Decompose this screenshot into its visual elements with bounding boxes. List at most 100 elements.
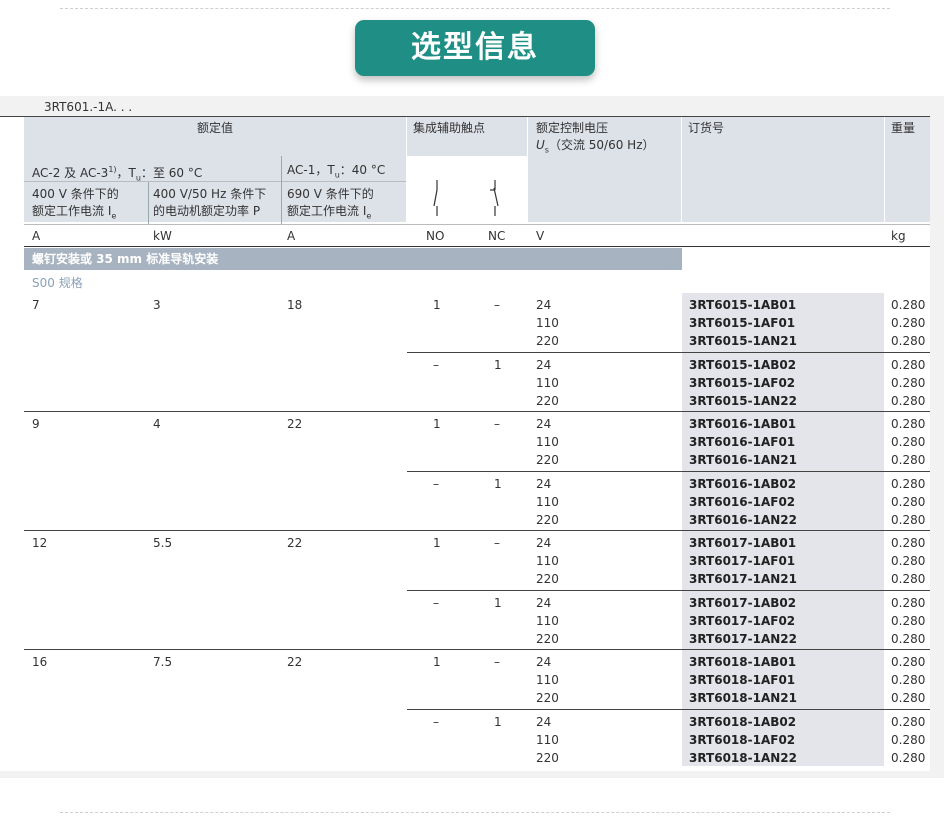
order-number-cell: 3RT6017-1AB01 [689, 536, 797, 550]
header-ac1-label: AC-1，Tu：40 °C [287, 163, 386, 180]
motor-power-cell: 4 [153, 417, 161, 431]
unit-no: NO [426, 229, 445, 243]
header-col3-line2: 额定工作电流 Ie [287, 204, 372, 221]
rated-current-cell: 16 [32, 655, 48, 669]
rated-current-cell: 9 [32, 417, 40, 431]
header-ac2-label: AC-2 及 AC-31)，Tu：至 60 °C [32, 165, 203, 183]
control-voltage-cell: 220 [536, 691, 559, 705]
nc-contact-cell: 1 [494, 595, 502, 610]
nc-contact-symbol-icon [490, 180, 499, 216]
motor-power-cell: 7.5 [153, 655, 173, 669]
group-divider [24, 411, 930, 412]
weight-cell: 0.280 [891, 512, 926, 527]
rated-current-cell: 7 [32, 298, 40, 312]
order-number-cell: 3RT6017-1AF02 [689, 613, 796, 628]
nc-contact-cell: – [494, 298, 500, 312]
nc-contact-cell: – [494, 417, 500, 431]
subgroup-divider [407, 589, 930, 591]
control-voltage-cell: 110 [536, 316, 559, 330]
weight-cell: 0.280 [891, 732, 926, 747]
nc-contact-cell: – [494, 536, 500, 550]
header-rated-values: 额定值 [197, 121, 234, 135]
weight-cell: 0.280 [891, 375, 926, 390]
weight-cell: 0.280 [891, 334, 926, 348]
weight-cell: 0.280 [891, 613, 926, 628]
control-voltage-cell: 110 [536, 435, 559, 449]
weight-cell: 0.280 [891, 595, 926, 610]
col-divider-2 [281, 156, 282, 224]
order-number-cell: 3RT6018-1AB01 [689, 655, 797, 669]
nc-contact-cell: 1 [494, 357, 502, 372]
header-col2-line1: 400 V/50 Hz 条件下 [153, 187, 267, 201]
series-code: 3RT601.-1A. . . [44, 100, 133, 114]
control-voltage-cell: 220 [536, 750, 559, 765]
unit-kg: kg [891, 229, 906, 243]
header-aux-contacts: 集成辅助触点 [413, 121, 486, 135]
unit-v: V [536, 229, 545, 243]
no-contact-cell: 1 [433, 655, 441, 669]
weight-cell: 0.280 [891, 435, 926, 449]
control-voltage-cell: 24 [536, 536, 552, 550]
order-number-cell: 3RT6016-1AF01 [689, 435, 796, 449]
weight-cell: 0.280 [891, 417, 926, 431]
control-voltage-cell: 220 [536, 453, 559, 467]
no-contact-cell: – [433, 476, 439, 491]
control-voltage-cell: 110 [536, 673, 559, 687]
header-col3-line1: 690 V 条件下的 [287, 187, 374, 201]
order-number-cell: 3RT6016-1AB02 [689, 476, 797, 491]
weight-cell: 0.280 [891, 631, 926, 646]
order-number-cell: 3RT6016-1AN21 [689, 453, 797, 467]
nc-contact-cell: 1 [494, 714, 502, 729]
no-contact-cell: – [433, 595, 439, 610]
control-voltage-cell: 220 [536, 631, 559, 646]
bottom-divider [60, 812, 890, 813]
order-number-cell: 3RT6015-1AN22 [689, 393, 797, 408]
control-voltage-cell: 24 [536, 655, 552, 669]
motor-power-cell: 5.5 [153, 536, 173, 550]
control-voltage-cell: 220 [536, 572, 559, 586]
order-number-cell: 3RT6018-1AF02 [689, 732, 796, 747]
ac1-current-cell: 22 [287, 417, 303, 431]
header-top-line [0, 116, 930, 117]
ac1-current-cell: 22 [287, 536, 303, 550]
control-voltage-cell: 24 [536, 714, 552, 729]
weight-cell: 0.280 [891, 298, 926, 312]
unit-top-line [24, 224, 930, 225]
unit-nc: NC [488, 229, 506, 243]
col-divider-1 [148, 182, 149, 224]
ac1-current-cell: 18 [287, 298, 303, 312]
top-divider [60, 8, 890, 9]
order-number-cell: 3RT6017-1AF01 [689, 554, 796, 568]
order-number-cell: 3RT6015-1AN21 [689, 334, 797, 348]
weight-cell: 0.280 [891, 655, 926, 669]
order-number-cell: 3RT6015-1AF02 [689, 375, 796, 390]
no-contact-cell: 1 [433, 417, 441, 431]
header-control-voltage: 额定控制电压 [536, 121, 609, 135]
weight-cell: 0.280 [891, 536, 926, 550]
nc-contact-cell: 1 [494, 476, 502, 491]
control-voltage-cell: 110 [536, 732, 559, 747]
group-divider [24, 530, 930, 531]
order-number-cell: 3RT6015-1AB02 [689, 357, 797, 372]
weight-cell: 0.280 [891, 554, 926, 568]
no-contact-cell: 1 [433, 536, 441, 550]
rated-current-cell: 12 [32, 536, 48, 550]
weight-cell: 0.280 [891, 714, 926, 729]
control-voltage-cell: 220 [536, 393, 559, 408]
no-contact-cell: 1 [433, 298, 441, 312]
group-divider [24, 649, 930, 650]
weight-cell: 0.280 [891, 750, 926, 765]
control-voltage-cell: 110 [536, 494, 559, 509]
order-number-cell: 3RT6016-1AN22 [689, 512, 797, 527]
control-voltage-cell: 24 [536, 595, 552, 610]
weight-cell: 0.280 [891, 572, 926, 586]
page-title: 选型信息 [355, 20, 595, 76]
weight-cell: 0.280 [891, 357, 926, 372]
section-title: 螺钉安装或 35 mm 标准导轨安装 [24, 248, 682, 270]
order-number-cell: 3RT6017-1AN22 [689, 631, 797, 646]
header-control-voltage-sub: Us（交流 50/60 Hz） [536, 138, 655, 155]
order-number-cell: 3RT6018-1AF01 [689, 673, 796, 687]
ac1-current-cell: 22 [287, 655, 303, 669]
unit-a1: A [32, 229, 41, 243]
order-number-cell: 3RT6017-1AN21 [689, 572, 797, 586]
